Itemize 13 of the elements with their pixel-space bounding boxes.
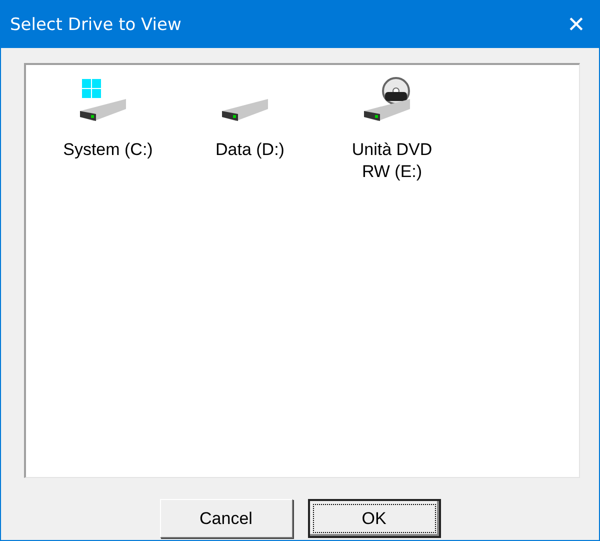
drive-label: Data (D:) bbox=[214, 139, 286, 161]
ok-button[interactable]: OK bbox=[308, 499, 440, 538]
drive-icon bbox=[222, 99, 268, 121]
drive-item[interactable]: Unità DVD RW (E:) bbox=[328, 77, 456, 183]
window-title: Select Drive to View bbox=[10, 14, 182, 34]
drive-item[interactable]: Data (D:) bbox=[186, 77, 314, 161]
drive-item[interactable]: System (C:) bbox=[44, 77, 172, 161]
close-button[interactable]: ✕ bbox=[553, 2, 599, 48]
system-drive-icon bbox=[80, 79, 126, 121]
dvd-drive-icon bbox=[364, 77, 410, 121]
drive-label: System (C:) bbox=[62, 139, 154, 161]
drive-label: Unità DVD RW (E:) bbox=[350, 139, 434, 183]
cancel-button[interactable]: Cancel bbox=[160, 499, 292, 538]
